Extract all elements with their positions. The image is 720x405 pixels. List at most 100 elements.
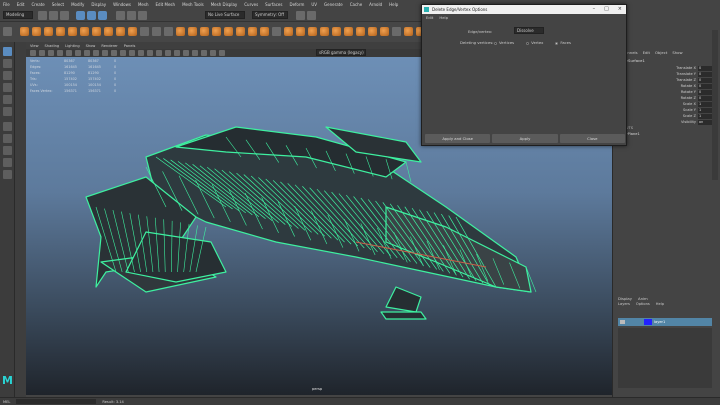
menu-edit[interactable]: Edit xyxy=(17,2,25,7)
dialog-menu-help[interactable]: Help xyxy=(439,15,448,20)
snap-point-icon[interactable] xyxy=(138,11,147,20)
panel-tool-icon-6[interactable] xyxy=(75,50,81,56)
panel-menu-show[interactable]: Show xyxy=(86,44,96,48)
shelf-tool-icon-28[interactable] xyxy=(344,27,353,36)
layer-tab-anim[interactable]: Anim xyxy=(638,296,648,301)
select-object-icon[interactable] xyxy=(87,11,96,20)
shelf-tool-icon-2[interactable] xyxy=(32,27,41,36)
shelf-tool-icon-19[interactable] xyxy=(236,27,245,36)
panel-tool-icon-1[interactable] xyxy=(30,50,36,56)
menu-help[interactable]: Help xyxy=(389,2,398,7)
menu-surfaces[interactable]: Surfaces xyxy=(265,2,282,7)
shelf-tool-icon-13[interactable] xyxy=(164,27,173,36)
apply-and-close-button[interactable]: Apply and Close xyxy=(425,134,491,143)
scale-tool-icon[interactable] xyxy=(3,107,12,116)
panel-tool-icon-22[interactable] xyxy=(219,50,225,56)
menu-mesh-display[interactable]: Mesh Display xyxy=(211,2,238,7)
lasso-tool-icon[interactable] xyxy=(3,59,12,68)
menu-modify[interactable]: Modify xyxy=(71,2,84,7)
panel-tool-icon-12[interactable] xyxy=(129,50,135,56)
panel-tool-icon-4[interactable] xyxy=(57,50,63,56)
menu-arnold[interactable]: Arnold xyxy=(369,2,382,7)
render-icon[interactable] xyxy=(296,11,305,20)
panel-tool-icon-13[interactable] xyxy=(138,50,144,56)
menu-select[interactable]: Select xyxy=(52,2,64,7)
edge-vertex-dropdown[interactable]: Dissolve xyxy=(514,27,544,34)
radio-faces[interactable]: Faces xyxy=(555,40,571,45)
menu-cache[interactable]: Cache xyxy=(350,2,362,7)
shelf-tool-icon-17[interactable] xyxy=(212,27,221,36)
command-input[interactable] xyxy=(16,399,97,404)
shelf-tool-icon-29[interactable] xyxy=(356,27,365,36)
visibility-toggle[interactable] xyxy=(620,320,625,324)
shelf-tool-icon-8[interactable] xyxy=(104,27,113,36)
panel-tool-icon-20[interactable] xyxy=(201,50,207,56)
menu-uv[interactable]: UV xyxy=(311,2,317,7)
shelf-tool-icon-27[interactable] xyxy=(332,27,341,36)
channel-tab-object[interactable]: Object xyxy=(655,50,667,55)
shelf-tool-icon-23[interactable] xyxy=(284,27,293,36)
layer-menu-options[interactable]: Options xyxy=(636,302,650,306)
shelf-tool-icon-20[interactable] xyxy=(248,27,257,36)
panel-tool-icon-19[interactable] xyxy=(192,50,198,56)
shelf-tool-icon-6[interactable] xyxy=(80,27,89,36)
shelf-tool-icon-11[interactable] xyxy=(140,27,149,36)
command-language[interactable]: MEL xyxy=(3,400,10,404)
layer-tab-display[interactable]: Display xyxy=(618,296,632,301)
menu-generate[interactable]: Generate xyxy=(324,2,343,7)
panel-tool-icon-11[interactable] xyxy=(120,50,126,56)
shelf-tool-icon-26[interactable] xyxy=(320,27,329,36)
shelf-tool-icon-31[interactable] xyxy=(380,27,389,36)
mode-dropdown[interactable]: Modeling xyxy=(3,11,33,19)
panel-tool-icon-9[interactable] xyxy=(102,50,108,56)
menu-windows[interactable]: Windows xyxy=(113,2,131,7)
panel-menu-view[interactable]: View xyxy=(30,44,39,48)
radio-button[interactable] xyxy=(526,41,530,45)
menu-file[interactable]: File xyxy=(3,2,10,7)
panel-tool-icon-10[interactable] xyxy=(111,50,117,56)
shelf-tool-icon-22[interactable] xyxy=(272,27,281,36)
panel-tool-icon-8[interactable] xyxy=(93,50,99,56)
colorspace-dropdown[interactable]: sRGB gamma (legacy) xyxy=(316,49,366,56)
save-scene-icon[interactable] xyxy=(60,11,69,20)
menu-edit-mesh[interactable]: Edit Mesh xyxy=(156,2,176,7)
radio-vertices[interactable]: Vertices xyxy=(494,40,514,45)
apply-button[interactable]: Apply xyxy=(492,134,558,143)
layer-menu-help[interactable]: Help xyxy=(656,302,664,306)
dialog-titlebar[interactable]: Delete Edge/Vertex Options – □ × xyxy=(422,5,626,14)
shelf-tool-icon-33[interactable] xyxy=(404,27,413,36)
symmetry-dropdown[interactable]: Symmetry: Off xyxy=(252,11,288,19)
shelf-tool-icon-25[interactable] xyxy=(308,27,317,36)
layer-color-swatch[interactable] xyxy=(644,319,652,325)
panel-tool-icon-3[interactable] xyxy=(48,50,54,56)
shelf-tool-icon-21[interactable] xyxy=(260,27,269,36)
panel-tool-icon-21[interactable] xyxy=(210,50,216,56)
snap-grid-icon[interactable] xyxy=(116,11,125,20)
layer-row[interactable]: layer1 xyxy=(618,318,712,326)
persp-graph-icon[interactable] xyxy=(3,158,12,167)
shelf-tool-icon-15[interactable] xyxy=(188,27,197,36)
snap-curve-icon[interactable] xyxy=(127,11,136,20)
dialog-menu-edit[interactable]: Edit xyxy=(426,15,433,20)
menu-deform[interactable]: Deform xyxy=(289,2,304,7)
close-button[interactable]: Close xyxy=(559,134,625,143)
panel-tool-icon-2[interactable] xyxy=(39,50,45,56)
shelf-tool-icon-14[interactable] xyxy=(176,27,185,36)
ipr-render-icon[interactable] xyxy=(307,11,316,20)
panel-menu-panels[interactable]: Panels xyxy=(124,44,136,48)
menu-create[interactable]: Create xyxy=(31,2,44,7)
panel-tool-icon-15[interactable] xyxy=(156,50,162,56)
shelf-tool-icon-12[interactable] xyxy=(152,27,161,36)
outliner-icon[interactable] xyxy=(3,170,12,179)
shelf-tool-icon-10[interactable] xyxy=(128,27,137,36)
new-scene-icon[interactable] xyxy=(38,11,47,20)
single-view-icon[interactable] xyxy=(3,122,12,131)
shelf-menu-icon[interactable] xyxy=(3,27,12,36)
shelf-tool-icon-3[interactable] xyxy=(44,27,53,36)
four-view-icon[interactable] xyxy=(3,134,12,143)
panel-menu-renderer[interactable]: Renderer xyxy=(101,44,117,48)
shelf-tool-icon-4[interactable] xyxy=(56,27,65,36)
panel-tool-icon-14[interactable] xyxy=(147,50,153,56)
panel-tool-icon-7[interactable] xyxy=(84,50,90,56)
live-surface-field[interactable]: No Live Surface xyxy=(205,11,245,19)
